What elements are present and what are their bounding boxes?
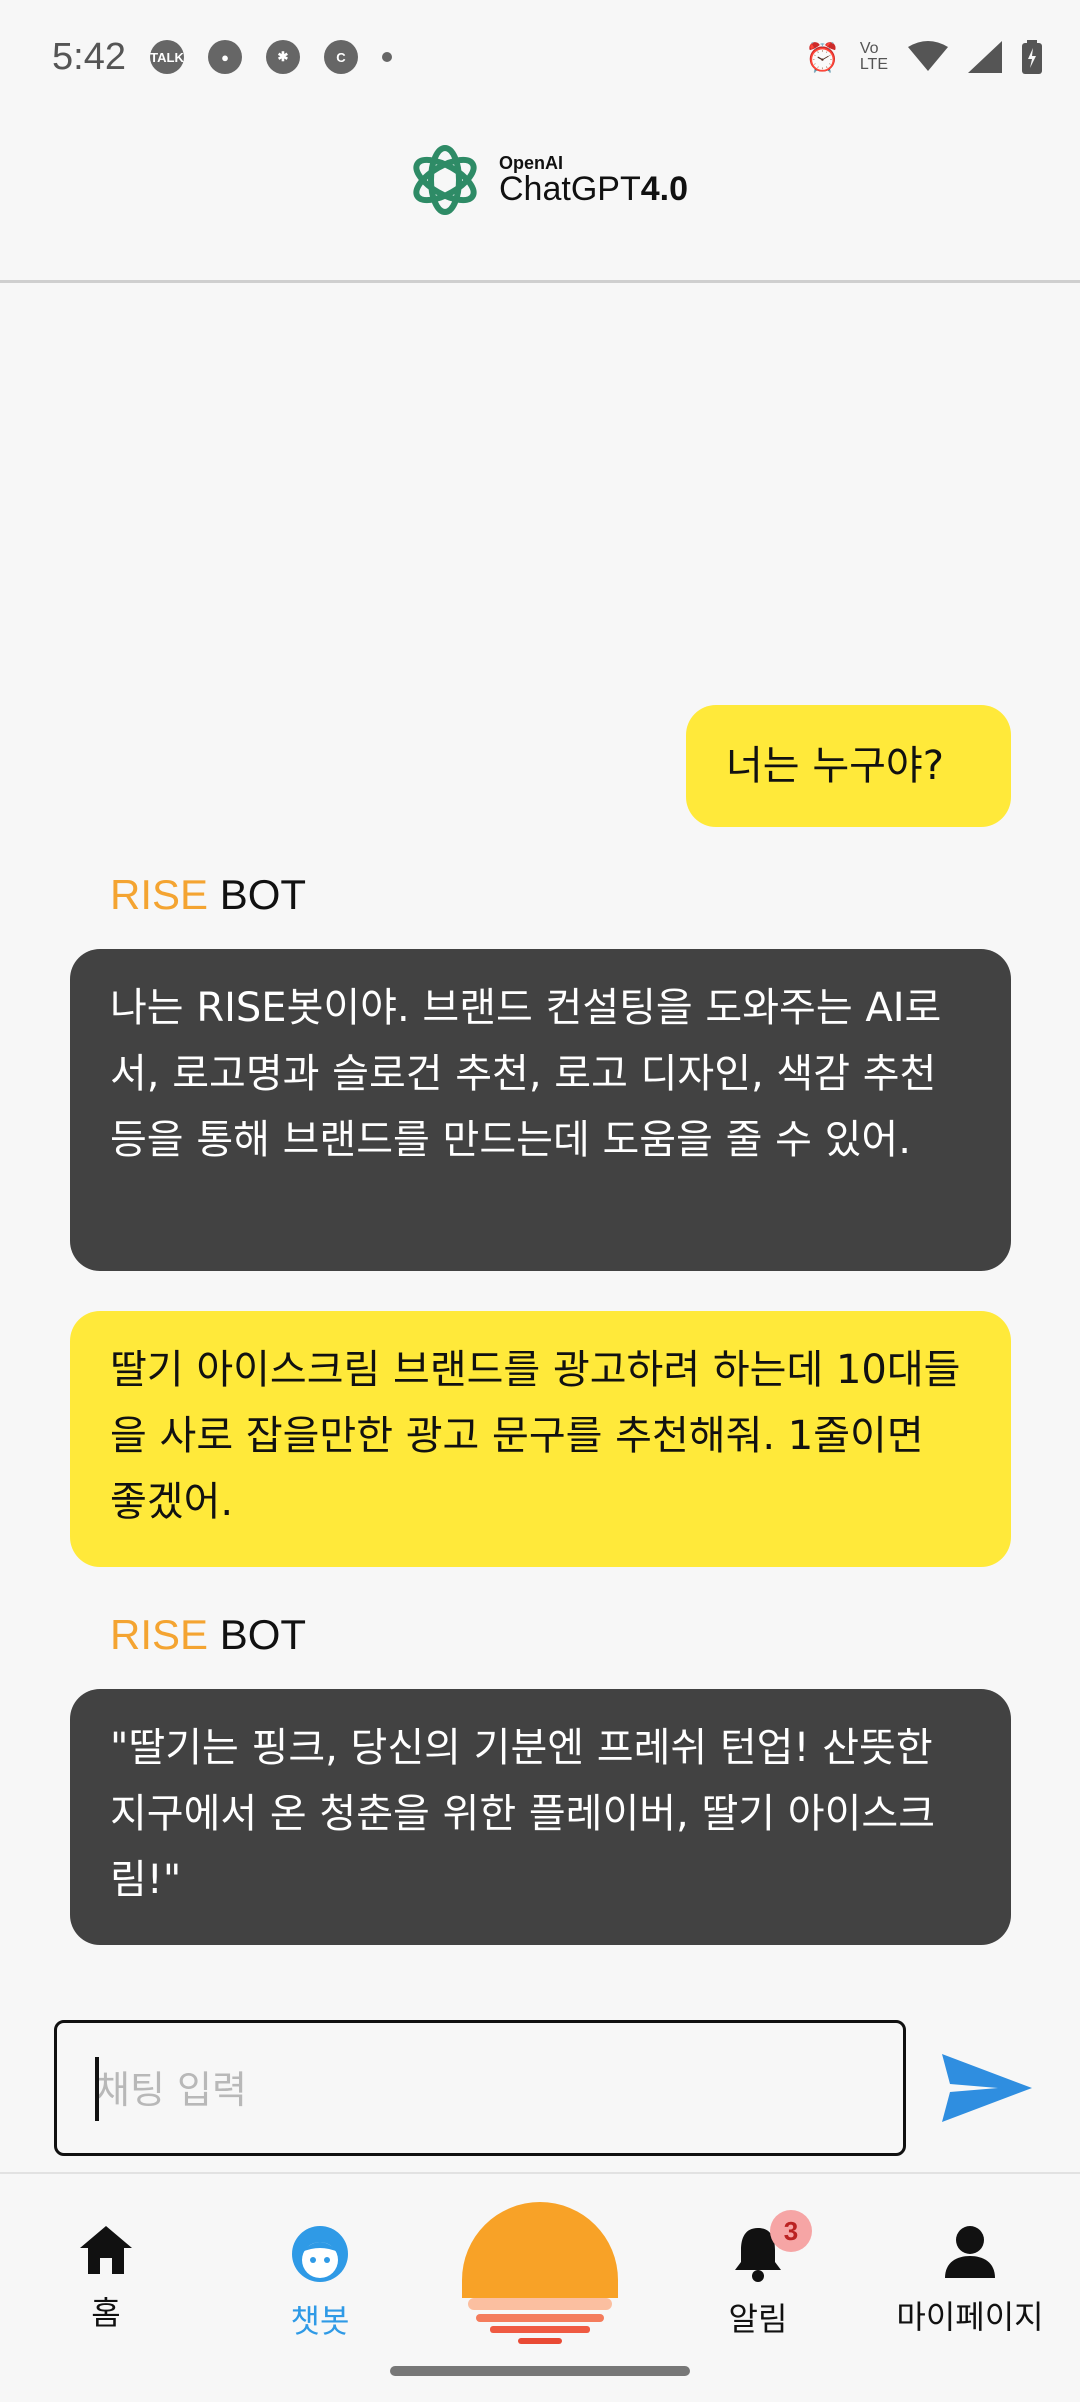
alarm-badge: 3 — [770, 2210, 812, 2252]
home-indicator[interactable] — [390, 2366, 690, 2376]
message-text: "딸기는 핑크, 당신의 기분엔 프레쉬 턴업! 산뜻한 지구에서 온 청춘을 … — [110, 1725, 936, 1903]
person-icon — [945, 2226, 995, 2278]
app-header: OpenAI ChatGPT4.0 — [0, 120, 1080, 283]
chatbot-face-icon — [292, 2226, 348, 2282]
nav-chatbot[interactable]: 챗봇 — [220, 2224, 420, 2342]
status-bar: 5:42 TALK ● ✱ C ⏰ Vo LTE — [0, 0, 1080, 120]
message-text: 딸기 아이스크림 브랜드를 광고하려 하는데 10대들을 사로 잡을만한 광고 … — [110, 1347, 961, 1525]
nav-alarm-label: 알림 — [728, 2300, 788, 2338]
user-message-bubble: 딸기 아이스크림 브랜드를 광고하려 하는데 10대들을 사로 잡을만한 광고 … — [70, 1311, 1011, 1567]
status-time: 5:42 — [52, 36, 126, 78]
bot-sender-label: RISE BOT — [110, 871, 306, 919]
chat-input[interactable] — [93, 2053, 857, 2127]
system-icons: ⏰ Vo LTE — [805, 40, 1042, 74]
slack-icon: ✱ — [266, 40, 300, 74]
message-text: 나는 RISE봇이야. 브랜드 컨설팅을 도와주는 AI로서, 로고명과 슬로건… — [110, 985, 942, 1163]
bot-message-bubble: "딸기는 핑크, 당신의 기분엔 프레쉬 턴업! 산뜻한 지구에서 온 청춘을 … — [70, 1689, 1011, 1945]
nav-alarm[interactable]: 3 알림 — [658, 2210, 858, 2340]
alarm-icon: ⏰ — [804, 41, 840, 73]
nav-home[interactable]: 홈 — [6, 2224, 206, 2334]
dot-icon — [382, 52, 392, 62]
send-icon[interactable] — [940, 2048, 1036, 2128]
bot-message-bubble: 나는 RISE봇이야. 브랜드 컨설팅을 도와주는 AI로서, 로고명과 슬로건… — [70, 949, 1011, 1271]
signal-icon — [968, 41, 1002, 73]
sender-prefix: RISE — [110, 871, 209, 918]
notification-icons: TALK ● ✱ C — [150, 40, 392, 74]
chat-input-box[interactable] — [54, 2020, 906, 2156]
c-icon: C — [324, 40, 358, 74]
talk-icon: TALK — [150, 40, 184, 74]
bot-sender-label: RISE BOT — [110, 1611, 306, 1659]
brand-title: ChatGPT4.0 — [499, 172, 688, 206]
text-cursor — [95, 2057, 99, 2121]
nav-mypage[interactable]: 마이페이지 — [870, 2224, 1070, 2338]
battery-icon — [1022, 40, 1042, 74]
volte-icon: Vo LTE — [859, 40, 888, 73]
brand-version: 4.0 — [640, 170, 688, 208]
sender-prefix: RISE — [110, 1611, 209, 1658]
sender-suffix: BOT — [219, 1611, 307, 1658]
chatgpt-logo: OpenAI ChatGPT4.0 — [405, 140, 688, 220]
chat-area: 너는 누구야? RISE BOT 나는 RISE봇이야. 브랜드 컨설팅을 도와… — [0, 283, 1080, 1973]
nav-mypage-label: 마이페이지 — [896, 2298, 1044, 2336]
openai-logo-icon — [413, 145, 477, 215]
nav-chatbot-label: 챗봇 — [290, 2302, 350, 2340]
nav-home-label: 홈 — [91, 2294, 121, 2332]
wifi-icon — [908, 41, 948, 71]
sunrise-center-button[interactable] — [460, 2200, 620, 2350]
message-text: 너는 누구야? — [726, 743, 944, 789]
home-icon — [80, 2226, 132, 2274]
brand-main-text: ChatGPT — [499, 170, 641, 208]
sender-suffix: BOT — [219, 871, 307, 918]
message-icon: ● — [208, 40, 242, 74]
user-message-bubble: 너는 누구야? — [686, 705, 1011, 827]
